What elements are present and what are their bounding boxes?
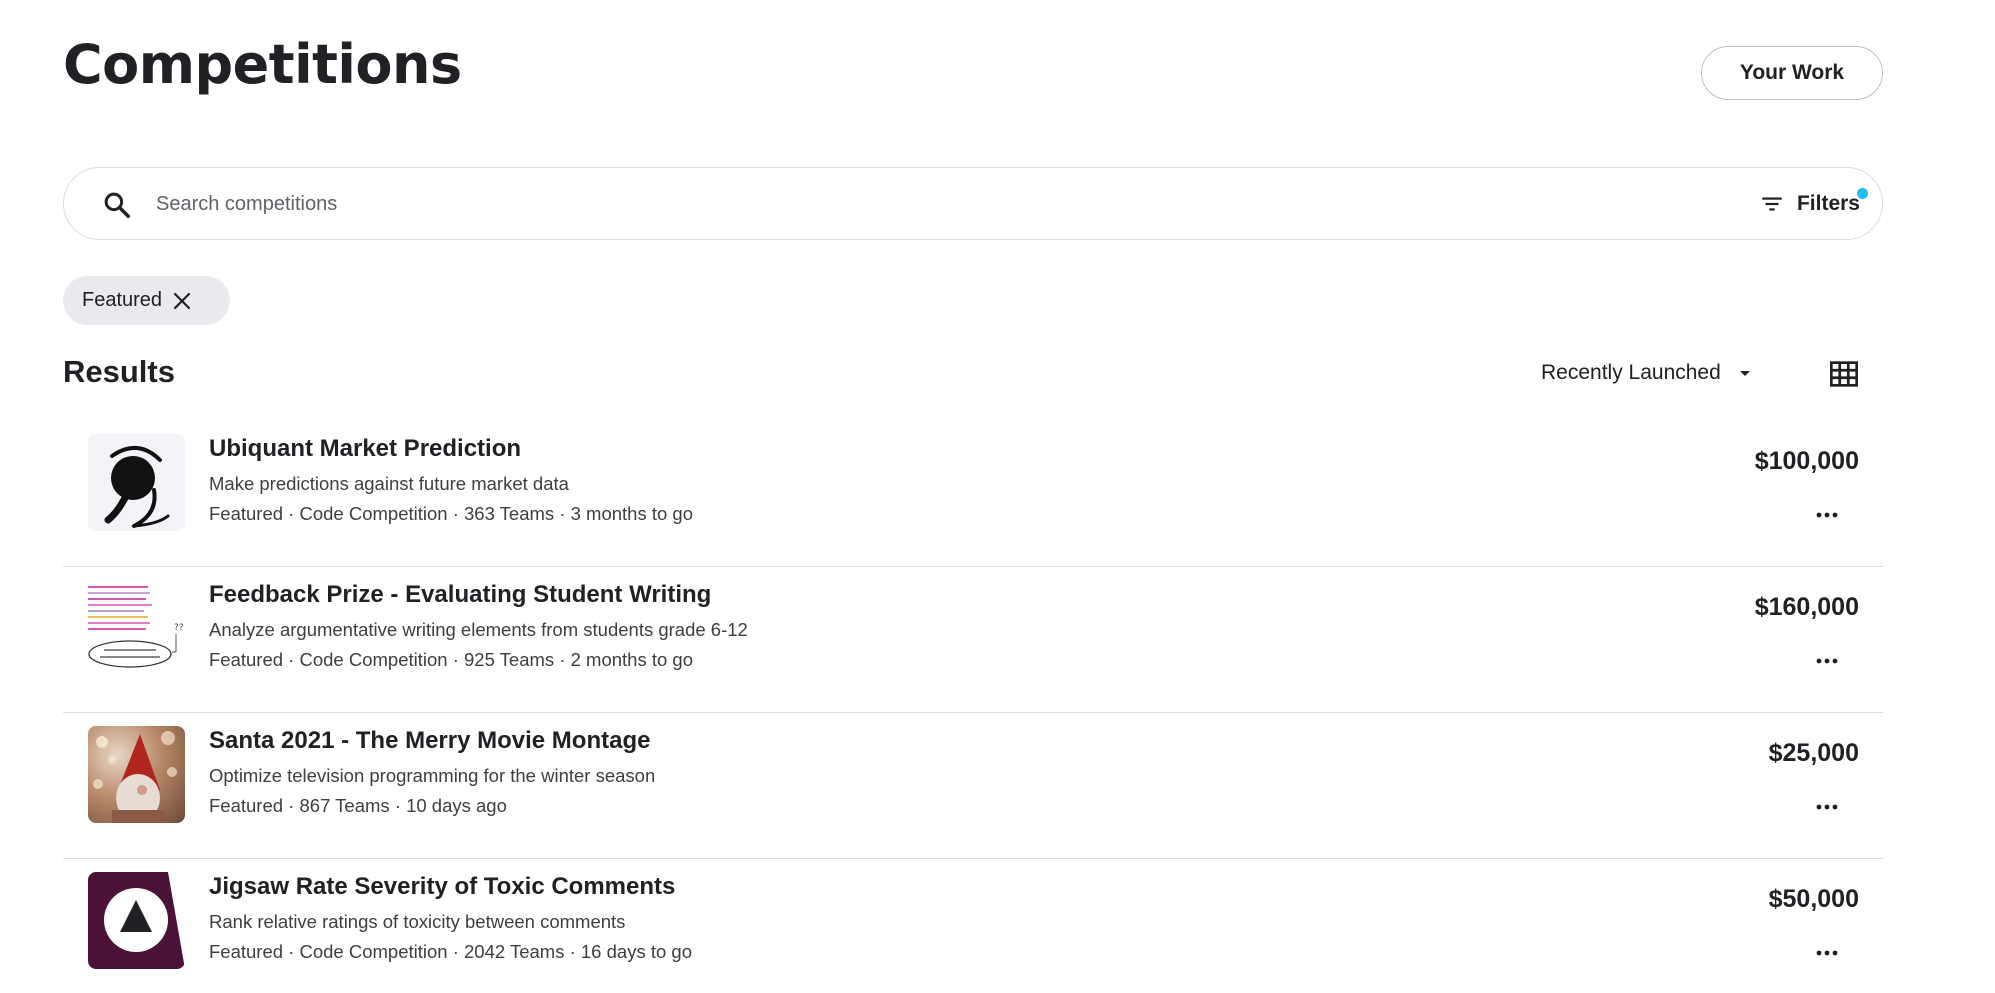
filters-button[interactable]: Filters: [1759, 186, 1868, 222]
close-icon[interactable]: [170, 289, 194, 313]
caret-down-icon: [1739, 371, 1750, 376]
competition-prize: $50,000: [1768, 885, 1859, 913]
more-options-icon[interactable]: [1811, 649, 1843, 673]
competition-description: Optimize television programming for the …: [209, 765, 656, 786]
competition-prize: $25,000: [1768, 739, 1859, 767]
competition-title[interactable]: Jigsaw Rate Severity of Toxic Comments: [209, 873, 675, 901]
filter-list-icon: [1762, 197, 1782, 211]
your-work-button[interactable]: Your Work: [1701, 46, 1883, 100]
filters-active-indicator: [1857, 188, 1868, 199]
svg-text:??: ??: [174, 623, 184, 633]
competition-meta: Featured · Code Competition · 925 Teams …: [209, 649, 693, 670]
competition-title[interactable]: Feedback Prize - Evaluating Student Writ…: [209, 581, 711, 609]
sort-dropdown[interactable]: Recently Launched: [1541, 356, 1757, 390]
filters-label: Filters: [1796, 192, 1860, 215]
santa-gnome-thumbnail: [88, 726, 185, 823]
competition-title[interactable]: Santa 2021 - The Merry Movie Montage: [209, 727, 650, 755]
competitions-page: Competitions Your Work Filters Featured …: [0, 0, 1995, 993]
competition-description: Rank relative ratings of toxicity betwee…: [209, 911, 626, 932]
results-heading: Results: [63, 354, 175, 389]
jigsaw-logo-icon: [88, 872, 185, 969]
grid-view-icon[interactable]: [1828, 358, 1860, 390]
search-bar[interactable]: Filters: [63, 167, 1883, 240]
sort-label: Recently Launched: [1541, 361, 1721, 384]
more-options-icon[interactable]: [1811, 941, 1843, 965]
page-title: Competitions: [63, 33, 462, 96]
more-options-icon[interactable]: [1811, 503, 1843, 527]
filter-chip-featured[interactable]: Featured: [63, 276, 231, 325]
ubiquant-logo-icon: [88, 434, 185, 531]
competition-row[interactable]: Santa 2021 - The Merry Movie Montage Opt…: [63, 713, 1883, 859]
competition-meta: Featured · Code Competition · 363 Teams …: [209, 503, 693, 524]
competition-row[interactable]: Jigsaw Rate Severity of Toxic Comments R…: [63, 859, 1883, 993]
filter-chip-label: Featured: [82, 289, 163, 311]
competition-prize: $100,000: [1754, 447, 1859, 475]
competition-description: Make predictions against future market d…: [209, 473, 569, 494]
competition-description: Analyze argumentative writing elements f…: [209, 619, 748, 640]
competition-title[interactable]: Ubiquant Market Prediction: [209, 435, 521, 463]
competition-prize: $160,000: [1754, 593, 1859, 621]
search-icon: [104, 192, 130, 218]
search-input[interactable]: [156, 186, 1156, 222]
more-options-icon[interactable]: [1811, 795, 1843, 819]
competition-list: Ubiquant Market Prediction Make predicti…: [63, 421, 1883, 993]
feedback-prize-thumbnail: ??: [88, 580, 185, 677]
competition-meta: Featured · Code Competition · 2042 Teams…: [209, 941, 692, 962]
competition-row[interactable]: Ubiquant Market Prediction Make predicti…: [63, 421, 1883, 567]
competition-meta: Featured · 867 Teams · 10 days ago: [209, 795, 507, 816]
competition-row[interactable]: ?? Feedback Prize - Evaluating Student W…: [63, 567, 1883, 713]
